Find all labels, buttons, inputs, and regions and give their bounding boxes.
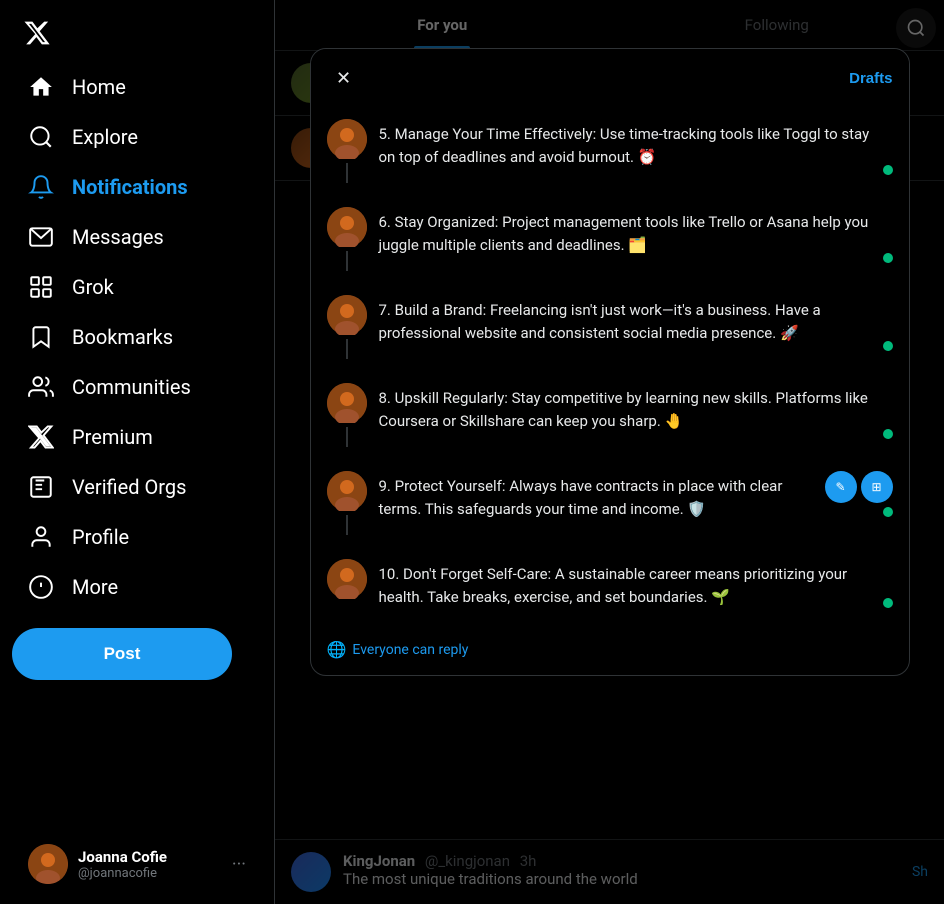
edit-icon-btn[interactable]: ✎ — [825, 471, 857, 503]
grok-icon — [28, 274, 54, 300]
sidebar-item-premium[interactable]: Premium — [12, 412, 262, 462]
premium-x-icon — [28, 424, 54, 450]
profile-name: Joanna Cofie — [78, 848, 222, 866]
x-logo[interactable] — [12, 8, 62, 58]
globe-icon: 🌐 — [327, 640, 347, 659]
thread-line — [346, 515, 348, 535]
thread-item-5: 5. Manage Your Time Effectively: Use tim… — [311, 107, 909, 195]
modal-header: ✕ Drafts — [311, 49, 909, 107]
thread-text-7: 7. Build a Brand: Freelancing isn't just… — [379, 295, 883, 352]
more-icon — [28, 574, 54, 600]
everyone-reply-row[interactable]: 🌐 Everyone can reply — [311, 628, 909, 675]
profile-more-icon[interactable]: ··· — [232, 854, 246, 875]
avatar — [327, 559, 367, 599]
thread-text-10: 10. Don't Forget Self-Care: A sustainabl… — [379, 559, 883, 616]
thread-text-8: 8. Upskill Regularly: Stay competitive b… — [379, 383, 883, 440]
thread-modal: ✕ Drafts 5. Manage Your Time Effectively… — [310, 48, 910, 676]
avatar — [327, 207, 367, 247]
sidebar-item-bookmarks[interactable]: Bookmarks — [12, 312, 262, 362]
thread-line — [346, 163, 348, 183]
thread-line — [346, 251, 348, 271]
thread-text-5: 5. Manage Your Time Effectively: Use tim… — [379, 119, 883, 176]
thread-text-9: 9. Protect Yourself: Always have contrac… — [379, 471, 817, 528]
profile-section[interactable]: Joanna Cofie @joannacofie ··· — [12, 832, 262, 896]
communities-icon — [28, 374, 54, 400]
verified-icon — [28, 474, 54, 500]
sidebar-item-explore[interactable]: Explore — [12, 112, 262, 162]
drafts-button[interactable]: Drafts — [849, 62, 892, 95]
sidebar-item-communities[interactable]: Communities — [12, 362, 262, 412]
sidebar-item-verified[interactable]: Verified Orgs — [12, 462, 262, 512]
thread-item-6: 6. Stay Organized: Project management to… — [311, 195, 909, 283]
avatar — [327, 119, 367, 159]
thread-item-8: 8. Upskill Regularly: Stay competitive b… — [311, 371, 909, 459]
green-dot-7 — [883, 341, 893, 351]
sidebar-item-messages[interactable]: Messages — [12, 212, 262, 262]
everyone-reply-label: Everyone can reply — [352, 642, 468, 658]
thread-line — [346, 339, 348, 359]
avatar — [327, 383, 367, 423]
thread-item-9: 9. Protect Yourself: Always have contrac… — [311, 459, 909, 547]
thread-line — [346, 427, 348, 447]
sidebar-item-more[interactable]: More — [12, 562, 262, 612]
explore-icon — [28, 124, 54, 150]
modal-overlay: ✕ Drafts 5. Manage Your Time Effectively… — [275, 0, 944, 904]
sidebar-item-notifications[interactable]: Notifications — [12, 162, 262, 212]
green-dot-6 — [883, 253, 893, 263]
mail-icon — [28, 224, 54, 250]
profile-handle: @joannacofie — [78, 866, 222, 881]
sidebar: Home Explore Notifications Messages Grok… — [0, 0, 275, 904]
main-content: For you Following ✕ Drafts — [275, 0, 944, 904]
avatar — [28, 844, 68, 884]
sidebar-item-home[interactable]: Home — [12, 62, 262, 112]
thread-item-10: 10. Don't Forget Self-Care: A sustainabl… — [311, 547, 909, 628]
person-icon — [28, 524, 54, 550]
avatar — [327, 471, 367, 511]
close-button[interactable]: ✕ — [327, 61, 361, 95]
bookmark-icon — [28, 324, 54, 350]
sidebar-item-grok[interactable]: Grok — [12, 262, 262, 312]
grid-icon-btn[interactable]: ⊞ — [861, 471, 893, 503]
bell-icon — [28, 174, 54, 200]
green-dot-8 — [883, 429, 893, 439]
green-dot-9 — [883, 507, 893, 517]
sidebar-item-profile[interactable]: Profile — [12, 512, 262, 562]
avatar — [327, 295, 367, 335]
post-button[interactable]: Post — [12, 628, 232, 680]
green-dot-5 — [883, 165, 893, 175]
thread-item-7: 7. Build a Brand: Freelancing isn't just… — [311, 283, 909, 371]
thread-text-6: 6. Stay Organized: Project management to… — [379, 207, 883, 264]
home-icon — [28, 74, 54, 100]
profile-info: Joanna Cofie @joannacofie — [78, 848, 222, 881]
green-dot-10 — [883, 598, 893, 608]
